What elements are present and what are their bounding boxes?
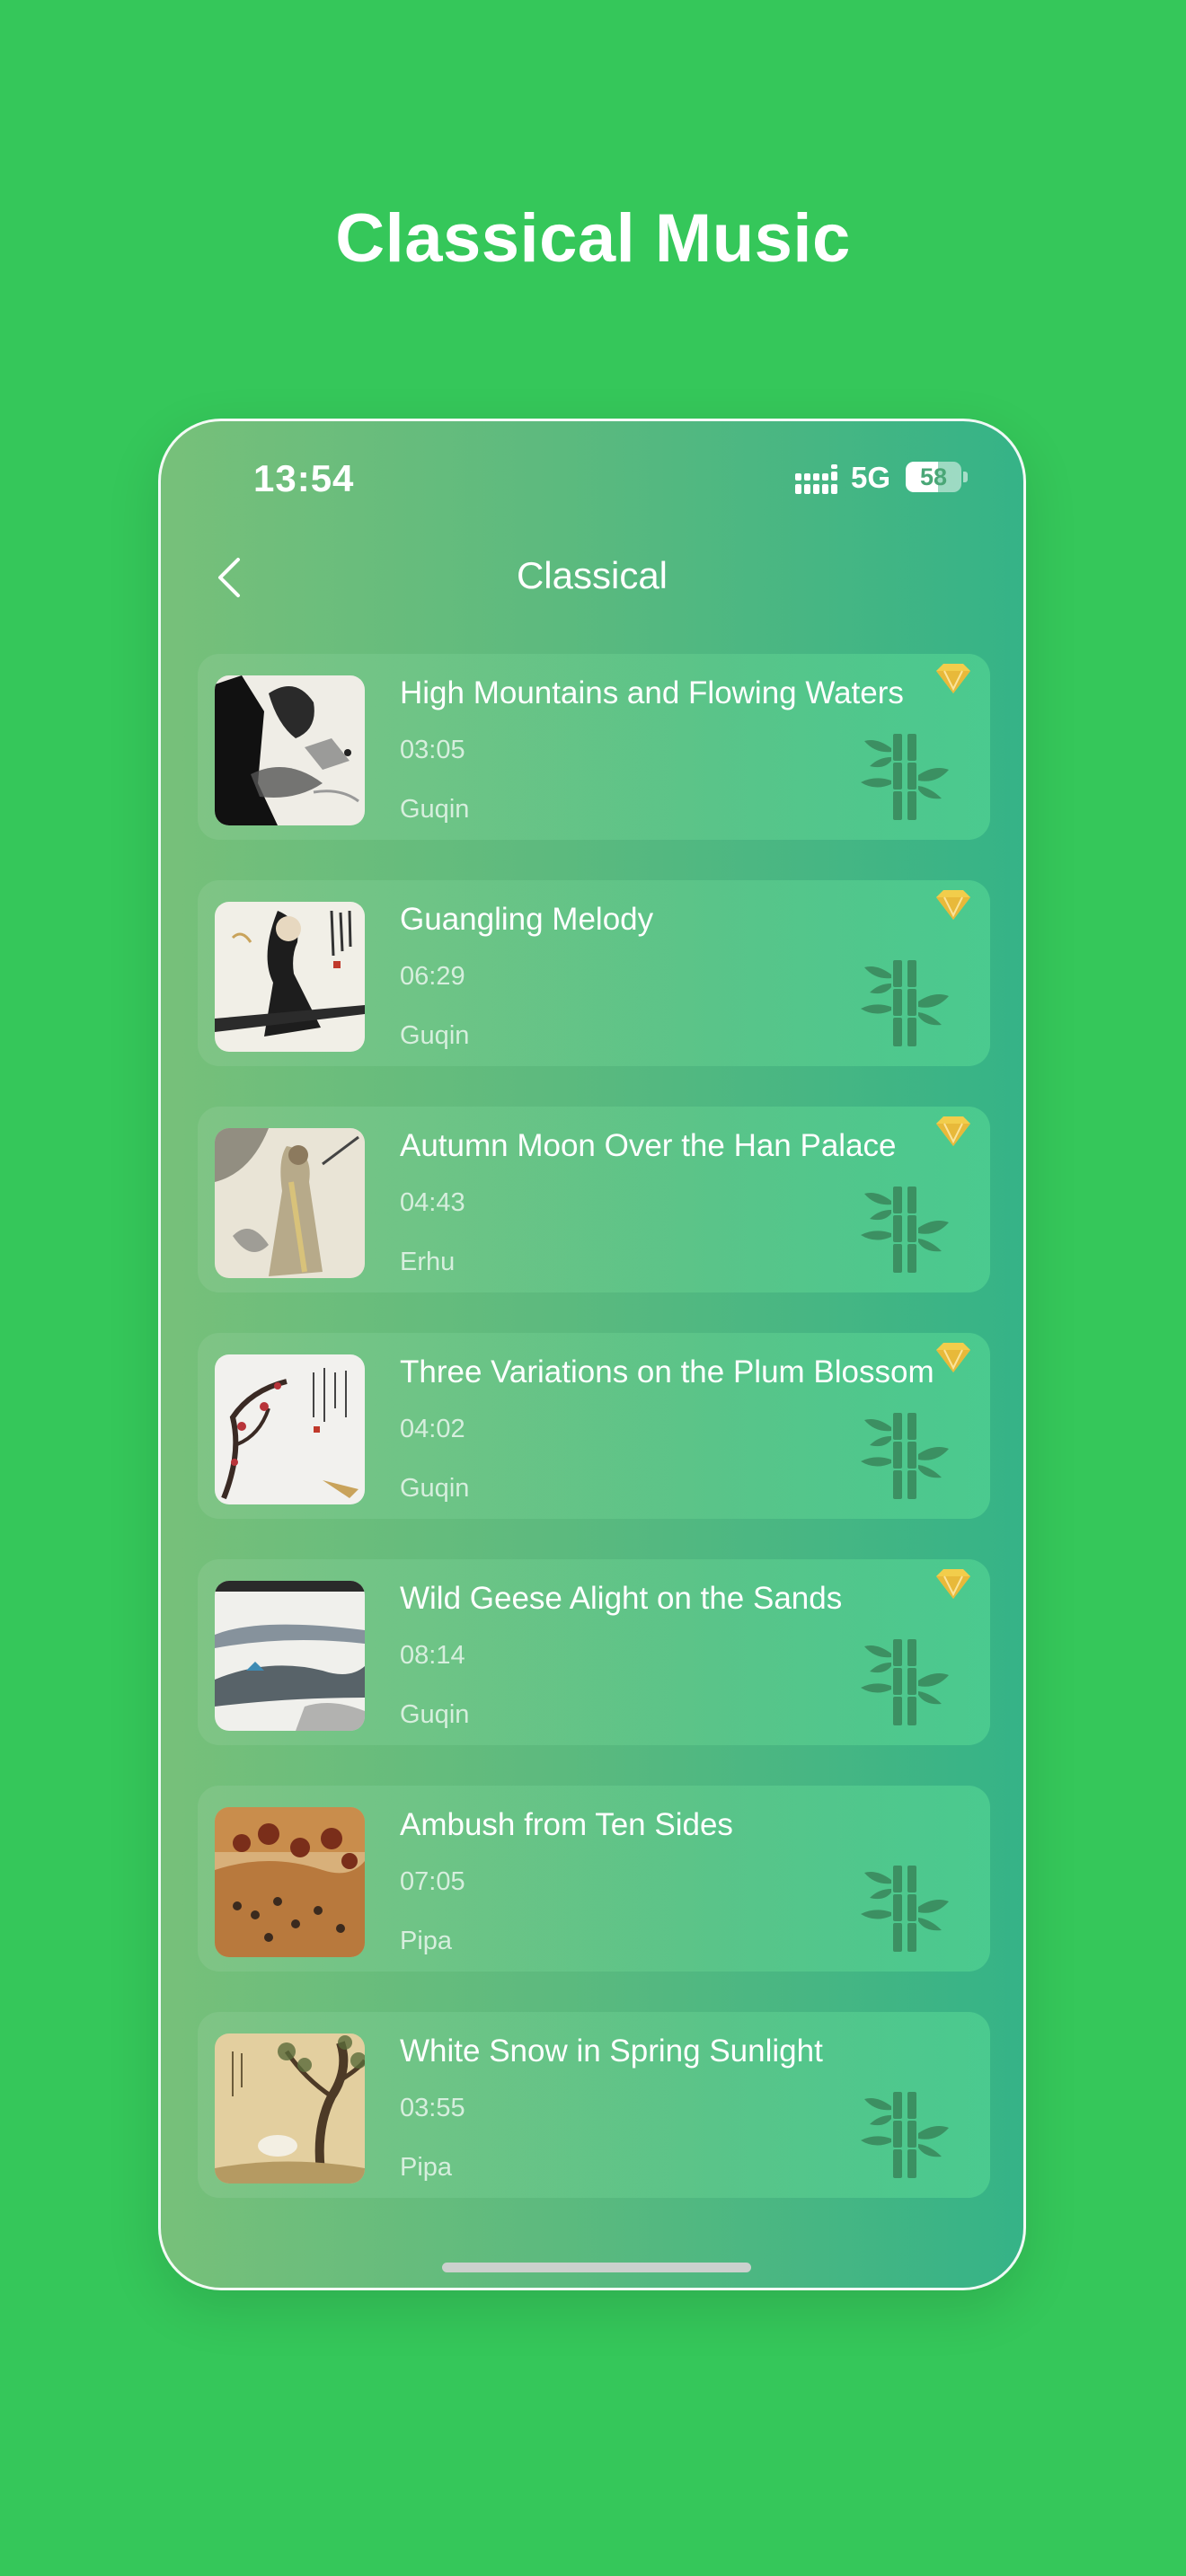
track-instrument: Guqin — [400, 1021, 470, 1050]
track-duration: 03:55 — [400, 2094, 465, 2122]
track-artwork — [215, 2033, 365, 2183]
network-type: 5G — [851, 461, 891, 494]
track-title: Guangling Melody — [400, 902, 654, 937]
track-title: High Mountains and Flowing Waters — [400, 675, 904, 710]
track-title: Wild Geese Alight on the Sands — [400, 1581, 843, 1616]
track-instrument: Erhu — [400, 1248, 456, 1276]
track-card[interactable]: Three Variations on the Plum Blossom 04:0… — [198, 1333, 990, 1519]
track-instrument: Guqin — [400, 1700, 470, 1729]
battery-cap — [963, 472, 968, 482]
bamboo-icon — [861, 1866, 949, 1952]
track-title: Three Variations on the Plum Blossom — [400, 1354, 934, 1389]
track-artwork — [215, 1354, 365, 1504]
diamond-icon — [936, 1343, 970, 1372]
track-list: High Mountains and Flowing Waters 03:05 Gu… — [198, 654, 990, 2238]
status-time: 13:54 — [253, 457, 355, 499]
track-card[interactable]: Autumn Moon Over the Han Palace 04:43 Erhu — [198, 1107, 990, 1292]
track-title: Ambush from Ten Sides — [400, 1807, 733, 1842]
bamboo-icon — [861, 1413, 949, 1499]
track-instrument: Guqin — [400, 1474, 470, 1503]
signal-bars-icon — [795, 464, 837, 494]
track-instrument: Pipa — [400, 2153, 453, 2182]
track-title: Autumn Moon Over the Han Palace — [400, 1128, 897, 1163]
track-artwork — [215, 1581, 365, 1731]
home-indicator[interactable] — [442, 2263, 751, 2272]
track-duration: 04:02 — [400, 1415, 465, 1443]
bamboo-icon — [861, 1187, 949, 1273]
track-instrument: Guqin — [400, 795, 470, 824]
track-instrument: Pipa — [400, 1927, 453, 1955]
track-duration: 04:43 — [400, 1188, 465, 1217]
bamboo-icon — [861, 734, 949, 820]
track-artwork — [215, 1128, 365, 1278]
bamboo-icon — [861, 960, 949, 1046]
diamond-icon — [936, 1116, 970, 1146]
diamond-icon — [936, 890, 970, 920]
diamond-icon — [936, 1569, 970, 1599]
track-duration: 06:29 — [400, 962, 465, 991]
track-card[interactable]: High Mountains and Flowing Waters 03:05 Gu… — [198, 654, 990, 840]
bamboo-icon — [861, 2092, 949, 2178]
track-card[interactable]: Guangling Melody 06:29 Guqin — [198, 880, 990, 1066]
track-artwork — [215, 902, 365, 1052]
diamond-icon — [936, 664, 970, 693]
battery-indicator: 58 — [906, 462, 969, 492]
track-duration: 07:05 — [400, 1867, 465, 1896]
phone-frame: 13:54 5G 58 Classical High Mountains and… — [158, 419, 1026, 2290]
track-artwork — [215, 1807, 365, 1957]
track-duration: 08:14 — [400, 1641, 465, 1670]
page-title: Classical — [516, 554, 668, 596]
bamboo-icon — [861, 1639, 949, 1725]
track-card[interactable]: Wild Geese Alight on the Sands 08:14 Guqin — [198, 1559, 990, 1745]
track-title: White Snow in Spring Sunlight — [400, 2033, 823, 2069]
battery-body: 58 — [906, 462, 961, 492]
promo-title: Classical Music — [335, 200, 851, 277]
track-duration: 03:05 — [400, 736, 465, 764]
track-artwork — [215, 675, 365, 825]
track-card[interactable]: Ambush from Ten Sides 07:05 Pipa — [198, 1786, 990, 1972]
track-card[interactable]: White Snow in Spring Sunlight 03:55 Pipa — [198, 2012, 990, 2198]
battery-level: 58 — [919, 463, 948, 490]
